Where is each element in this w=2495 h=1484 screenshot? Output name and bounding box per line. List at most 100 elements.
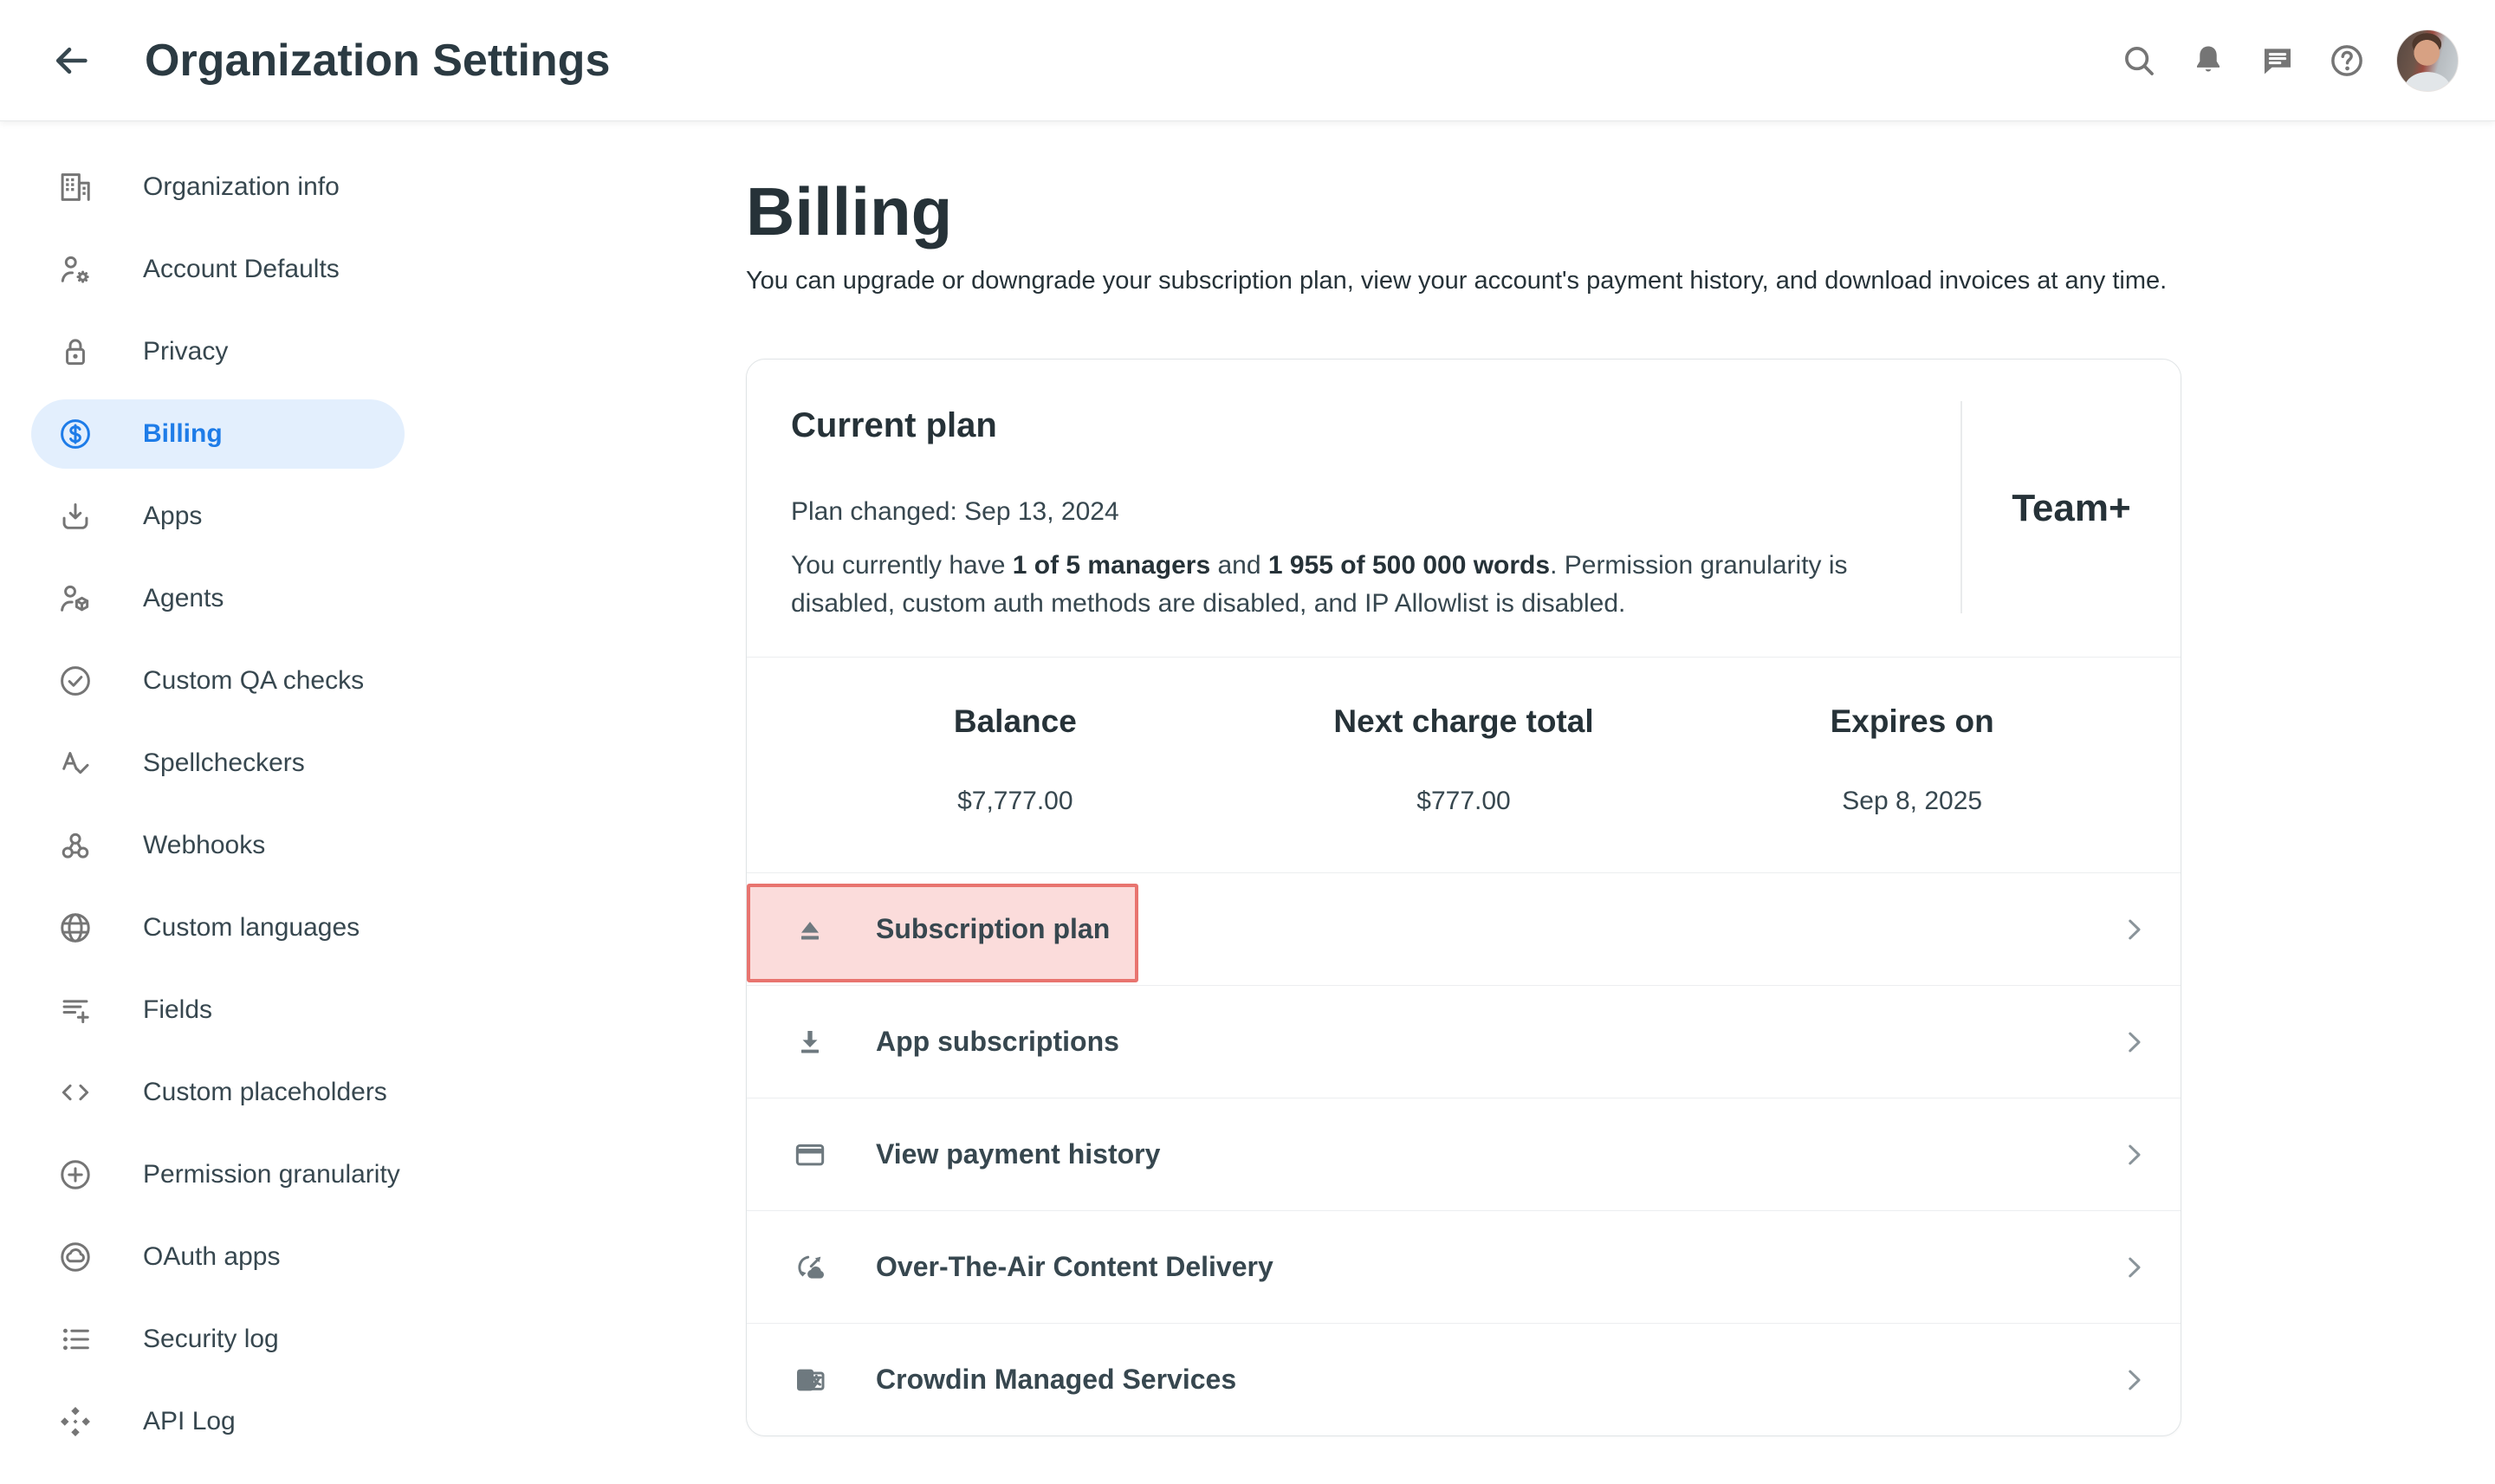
svg-text:G: G [800, 1372, 813, 1390]
sidebar-item-label: Spellcheckers [143, 748, 305, 778]
current-plan-heading: Current plan [791, 405, 1921, 446]
stat-label: Expires on [1688, 703, 2136, 741]
sidebar-item-spellcheckers[interactable]: Spellcheckers [31, 729, 405, 798]
sidebar-item-billing[interactable]: Billing [31, 399, 405, 469]
sidebar-item-label: Custom QA checks [143, 666, 364, 696]
page-title: Organization Settings [145, 0, 610, 121]
sidebar-item-api-log[interactable]: API Log [31, 1387, 405, 1456]
stat-label: Balance [791, 703, 1240, 741]
search-icon[interactable] [2119, 41, 2159, 81]
row-subscription-plan[interactable]: Subscription plan [747, 872, 2181, 985]
sidebar-item-apps[interactable]: Apps [31, 482, 405, 551]
sidebar-item-organization-info[interactable]: Organization info [31, 152, 405, 222]
sync-delivery-icon [791, 1248, 829, 1286]
dollar-circle-icon [57, 416, 94, 452]
current-plan-section: Current plan Plan changed: Sep 13, 2024 … [747, 360, 2181, 657]
stat-label: Next charge total [1240, 703, 1688, 741]
avatar[interactable] [2396, 29, 2459, 92]
row-label: App subscriptions [876, 1026, 1119, 1058]
sidebar-item-label: Custom placeholders [143, 1078, 387, 1107]
sidebar-item-label: Permission granularity [143, 1160, 400, 1189]
user-gear-icon [57, 251, 94, 288]
plan-usage-text: You currently have 1 of 5 managers and 1… [791, 547, 1926, 623]
settings-sidebar: Organization info Account Defaults Priva… [0, 121, 442, 1484]
list-bullets-icon [57, 1321, 94, 1358]
billing-main: Billing You can upgrade or downgrade you… [746, 121, 2181, 1484]
chevron-right-icon [2118, 1027, 2149, 1058]
sidebar-item-label: Fields [143, 995, 212, 1025]
billing-card: Current plan Plan changed: Sep 13, 2024 … [746, 359, 2181, 1436]
translate-icon: G [791, 1361, 829, 1399]
list-plus-icon [57, 992, 94, 1028]
download-icon [791, 1023, 829, 1061]
billing-stats: Balance $7,777.00 Next charge total $777… [747, 657, 2181, 872]
diamonds-icon [57, 1403, 94, 1440]
sidebar-item-label: Custom languages [143, 913, 360, 943]
top-app-bar: Organization Settings [0, 0, 2495, 121]
back-arrow-icon[interactable] [50, 40, 92, 81]
sidebar-item-security-log[interactable]: Security log [31, 1305, 405, 1374]
sidebar-item-label: OAuth apps [143, 1242, 280, 1272]
lock-icon [57, 334, 94, 370]
sidebar-item-label: Account Defaults [143, 255, 340, 284]
sidebar-item-label: Organization info [143, 172, 340, 202]
sidebar-item-label: Billing [143, 419, 223, 449]
chevron-right-icon [2118, 1252, 2149, 1283]
plan-name-badge: Team+ [1962, 360, 2181, 657]
stat-expires-on: Expires on Sep 8, 2025 [1688, 703, 2136, 872]
stat-value: $7,777.00 [791, 784, 1240, 819]
sidebar-item-custom-qa-checks[interactable]: Custom QA checks [31, 646, 405, 716]
credit-card-icon [791, 1136, 829, 1174]
row-label: Crowdin Managed Services [876, 1364, 1236, 1396]
code-icon [57, 1074, 94, 1111]
row-over-the-air-content-delivery[interactable]: Over-The-Air Content Delivery [747, 1210, 2181, 1323]
user-cube-icon [57, 580, 94, 617]
sidebar-item-fields[interactable]: Fields [31, 975, 405, 1045]
content: Organization info Account Defaults Priva… [0, 121, 2495, 1484]
eject-icon [791, 910, 829, 949]
row-label: Subscription plan [876, 913, 1110, 945]
chevron-right-icon [2118, 1364, 2149, 1396]
chevron-right-icon [2118, 1139, 2149, 1170]
row-label: Over-The-Air Content Delivery [876, 1251, 1273, 1283]
sidebar-item-label: Privacy [143, 337, 228, 366]
sidebar-item-webhooks[interactable]: Webhooks [31, 811, 405, 880]
sidebar-item-custom-placeholders[interactable]: Custom placeholders [31, 1058, 405, 1127]
help-icon[interactable] [2327, 41, 2367, 81]
notifications-bell-icon[interactable] [2188, 41, 2228, 81]
words-usage: 1 955 of 500 000 words [1268, 551, 1550, 580]
sidebar-item-label: Security log [143, 1325, 279, 1354]
plus-circle-icon [57, 1157, 94, 1193]
sidebar-item-oauth-apps[interactable]: OAuth apps [31, 1222, 405, 1292]
row-view-payment-history[interactable]: View payment history [747, 1098, 2181, 1210]
sidebar-item-label: API Log [143, 1407, 236, 1436]
download-tray-icon [57, 498, 94, 535]
row-crowdin-managed-services[interactable]: G Crowdin Managed Services [747, 1323, 2181, 1435]
row-label: View payment history [876, 1138, 1160, 1170]
globe-icon [57, 910, 94, 946]
stat-balance: Balance $7,777.00 [791, 703, 1240, 872]
sidebar-item-agents[interactable]: Agents [31, 564, 405, 633]
cloud-circle-icon [57, 1239, 94, 1275]
sidebar-item-privacy[interactable]: Privacy [31, 317, 405, 386]
sidebar-item-account-defaults[interactable]: Account Defaults [31, 235, 405, 304]
sidebar-item-label: Agents [143, 584, 224, 613]
spellcheck-icon [57, 745, 94, 781]
billing-heading: Billing [746, 172, 2181, 251]
billing-description: You can upgrade or downgrade your subscr… [746, 263, 2181, 298]
header-actions [2119, 0, 2459, 121]
stat-value: Sep 8, 2025 [1688, 784, 2136, 819]
managers-usage: 1 of 5 managers [1013, 551, 1210, 580]
check-circle-icon [57, 663, 94, 699]
sidebar-item-custom-languages[interactable]: Custom languages [31, 893, 405, 962]
row-app-subscriptions[interactable]: App subscriptions [747, 985, 2181, 1098]
plan-changed-text: Plan changed: Sep 13, 2024 [791, 493, 1921, 531]
sidebar-item-label: Webhooks [143, 831, 265, 860]
chevron-right-icon [2118, 914, 2149, 945]
billing-row-list: Subscription plan App subscriptions View… [747, 872, 2181, 1435]
stat-value: $777.00 [1240, 784, 1688, 819]
webhook-icon [57, 827, 94, 864]
stat-next-charge: Next charge total $777.00 [1240, 703, 1688, 872]
sidebar-item-permission-granularity[interactable]: Permission granularity [31, 1140, 405, 1209]
messages-icon[interactable] [2258, 41, 2297, 81]
